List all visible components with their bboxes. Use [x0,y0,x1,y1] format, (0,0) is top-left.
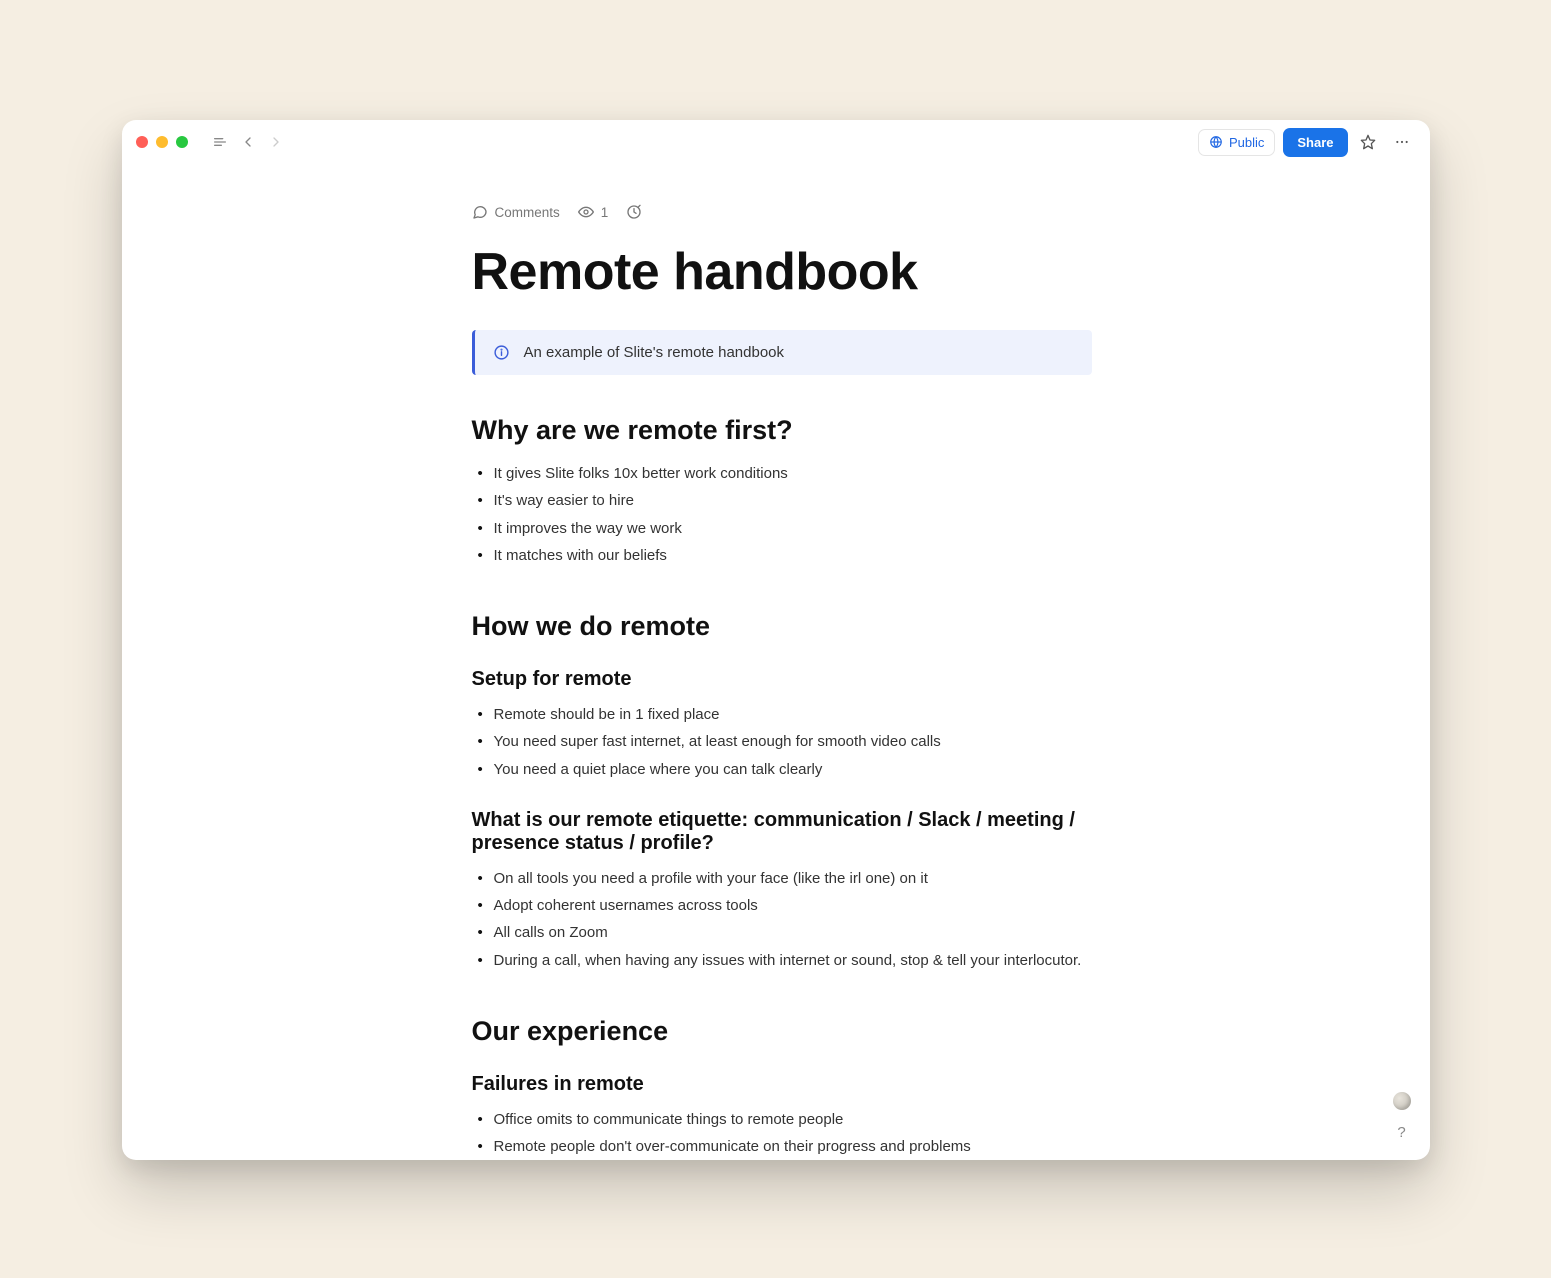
eye-icon [578,204,594,220]
list-item: During a call, when having any issues wi… [494,947,1092,974]
list-item: It gives Slite folks 10x better work con… [494,460,1092,487]
document: Comments 1 Remote handbook An example of… [472,164,1092,1160]
heading-failures: Failures in remote [472,1073,1092,1096]
content-area: Comments 1 Remote handbook An example of… [122,164,1430,1160]
comments-label: Comments [495,205,560,220]
setup-list: Remote should be in 1 fixed place You ne… [472,701,1092,783]
heading-setup: Setup for remote [472,668,1092,691]
more-icon[interactable] [1388,128,1416,156]
page-title: Remote handbook [472,242,1092,302]
public-badge[interactable]: Public [1198,129,1275,156]
nav-back-icon[interactable] [234,128,262,156]
heading-experience: Our experience [472,1016,1092,1047]
comment-icon [472,204,488,220]
help-button[interactable]: ? [1392,1122,1412,1142]
meta-row: Comments 1 [472,204,1092,220]
history-button[interactable] [626,204,642,220]
list-item: You need a quiet place where you can tal… [494,756,1092,783]
sidebar-toggle-icon[interactable] [206,128,234,156]
list-item: It improves the way we work [494,515,1092,542]
heading-how: How we do remote [472,611,1092,642]
app-window: Public Share Comments 1 [122,120,1430,1160]
why-list: It gives Slite folks 10x better work con… [472,460,1092,569]
history-icon [626,204,642,220]
list-item: On all tools you need a profile with you… [494,865,1092,892]
heading-why: Why are we remote first? [472,415,1092,446]
list-item: Adopt coherent usernames across tools [494,892,1092,919]
list-item: All calls on Zoom [494,919,1092,946]
failures-list: Office omits to communicate things to re… [472,1106,1092,1160]
heading-etiquette: What is our remote etiquette: communicat… [472,809,1092,855]
info-callout: An example of Slite's remote handbook [472,330,1092,375]
views-indicator[interactable]: 1 [578,204,609,220]
list-item: Office omits to communicate things to re… [494,1106,1092,1133]
comments-button[interactable]: Comments [472,204,560,220]
maximize-window-icon[interactable] [176,136,188,148]
public-label: Public [1229,135,1264,150]
list-item: You need super fast internet, at least e… [494,728,1092,755]
list-item: It's way easier to hire [494,487,1092,514]
list-item: Remote people don't over-communicate on … [494,1133,1092,1160]
view-count: 1 [601,205,609,220]
close-window-icon[interactable] [136,136,148,148]
nav-forward-icon[interactable] [262,128,290,156]
window-toolbar: Public Share [122,120,1430,164]
info-icon [493,344,510,361]
globe-icon [1209,135,1223,149]
traffic-lights [136,136,188,148]
floating-controls: ? [1392,1092,1412,1142]
minimize-window-icon[interactable] [156,136,168,148]
list-item: Remote should be in 1 fixed place [494,701,1092,728]
list-item: It matches with our beliefs [494,542,1092,569]
etiquette-list: On all tools you need a profile with you… [472,865,1092,974]
share-button[interactable]: Share [1283,128,1347,157]
callout-text: An example of Slite's remote handbook [524,344,785,361]
star-icon[interactable] [1354,128,1382,156]
theme-toggle-icon[interactable] [1393,1092,1411,1110]
